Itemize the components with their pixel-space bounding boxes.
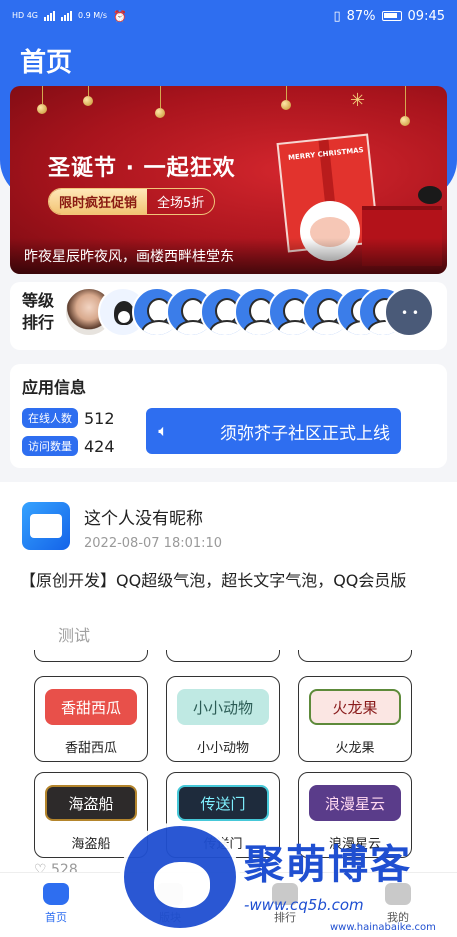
watermark-title: 聚萌博客 — [244, 842, 412, 888]
ornament-string — [405, 86, 406, 116]
sticker-chip: 小小动物 — [177, 689, 269, 725]
post-body: 【原创开发】QQ超级气泡，超长文字气泡，QQ会员版 — [20, 571, 407, 590]
nav-home[interactable]: 首页 — [16, 883, 96, 925]
notice-marquee[interactable]: 🔈︎ 须弥芥子社区正式上线 — [146, 408, 401, 454]
vibrate-icon: ▯ — [333, 8, 341, 24]
signal-icon-2 — [61, 11, 73, 21]
banner-heading: 圣诞节 · 一起狂欢 — [48, 156, 236, 181]
mascot-logo — [120, 822, 240, 932]
clock: 09:45 — [407, 8, 445, 24]
sticker-item[interactable]: 火龙果 火龙果 — [298, 676, 412, 762]
banner-caption: 昨夜星辰昨夜风，画楼西畔桂堂东 — [10, 238, 447, 274]
ornament-string — [286, 86, 287, 100]
home-icon — [43, 883, 69, 905]
ranking-card[interactable]: 等级排行 • • — [10, 282, 447, 350]
sticker-label: 火龙果 — [335, 741, 375, 756]
notice-text: 须弥芥子社区正式上线 — [220, 423, 390, 444]
ornament-string — [160, 86, 161, 108]
app-info-card: 应用信息 在线人数 512 访问数量 424 🔈︎ 须弥芥子社区正式上线 — [10, 364, 447, 468]
battery-icon — [381, 11, 402, 21]
sticker-label: 香甜西瓜 — [64, 741, 117, 756]
watermark-url: -www.cq5b.com — [244, 896, 364, 914]
sticker-chip: 香甜西瓜 — [45, 689, 137, 725]
ornament-icon — [37, 104, 47, 114]
bow-image — [418, 186, 442, 204]
promo-banner[interactable]: ✳ MERRY CHRISTMAS 圣诞节 · 一起狂欢 限时疯狂促销 全场5折… — [10, 86, 447, 274]
sticker-partial — [166, 650, 280, 662]
page-title: 首页 — [20, 48, 73, 78]
promo-tag: 限时疯狂促销 — [49, 189, 148, 214]
snowflake-icon: ✳ — [350, 90, 366, 111]
ornament-string — [42, 86, 43, 104]
sticker-chip: 火龙果 — [309, 689, 401, 725]
ornament-icon — [155, 108, 165, 118]
visits-stat: 访问数量 424 — [22, 436, 115, 456]
post-subtitle: 测试 — [58, 626, 91, 645]
ornament-icon — [400, 116, 410, 126]
network-indicator: HD 4G — [12, 11, 39, 20]
status-bar: HD 4G 0.9 M/s ⏰ ▯ 87% 09:45 — [0, 0, 457, 32]
network-speed: 0.9 M/s — [78, 11, 108, 20]
post-avatar[interactable] — [22, 502, 70, 550]
ornament-icon — [281, 100, 291, 110]
discount-tag: 全场5折 — [157, 196, 205, 211]
online-stat: 在线人数 512 — [22, 408, 115, 428]
avatar[interactable]: • • — [384, 287, 434, 337]
post-author[interactable]: 这个人没有昵称 — [84, 504, 203, 529]
signal-icon — [44, 11, 56, 21]
online-value: 512 — [84, 408, 115, 428]
speaker-icon: 🔈︎ — [158, 421, 168, 440]
sticker-item[interactable]: 小小动物 小小动物 — [166, 676, 280, 762]
ornament-icon — [83, 96, 93, 106]
battery-percent: 87% — [346, 8, 376, 24]
ornament-string — [88, 86, 89, 96]
sticker-partial — [298, 650, 412, 662]
sticker-label: 小小动物 — [196, 741, 249, 756]
nav-home-label: 首页 — [45, 911, 67, 924]
sticker-partial — [34, 650, 148, 662]
watermark: 聚萌博客 -www.cq5b.com www.hainabaike.com — [120, 812, 457, 934]
app-info-title: 应用信息 — [22, 378, 87, 397]
watermark-url-2: www.hainabaike.com — [330, 922, 436, 933]
online-label: 在线人数 — [22, 408, 78, 428]
post-time: 2022-08-07 18:01:10 — [84, 536, 223, 551]
qq-icon — [114, 301, 134, 325]
sticker-item[interactable]: 香甜西瓜 香甜西瓜 — [34, 676, 148, 762]
banner-tags: 限时疯狂促销 全场5折 — [48, 188, 216, 215]
ranking-title: 等级排行 — [22, 291, 55, 332]
visits-value: 424 — [84, 436, 115, 456]
visits-label: 访问数量 — [22, 436, 78, 456]
alarm-icon: ⏰ — [113, 9, 127, 23]
